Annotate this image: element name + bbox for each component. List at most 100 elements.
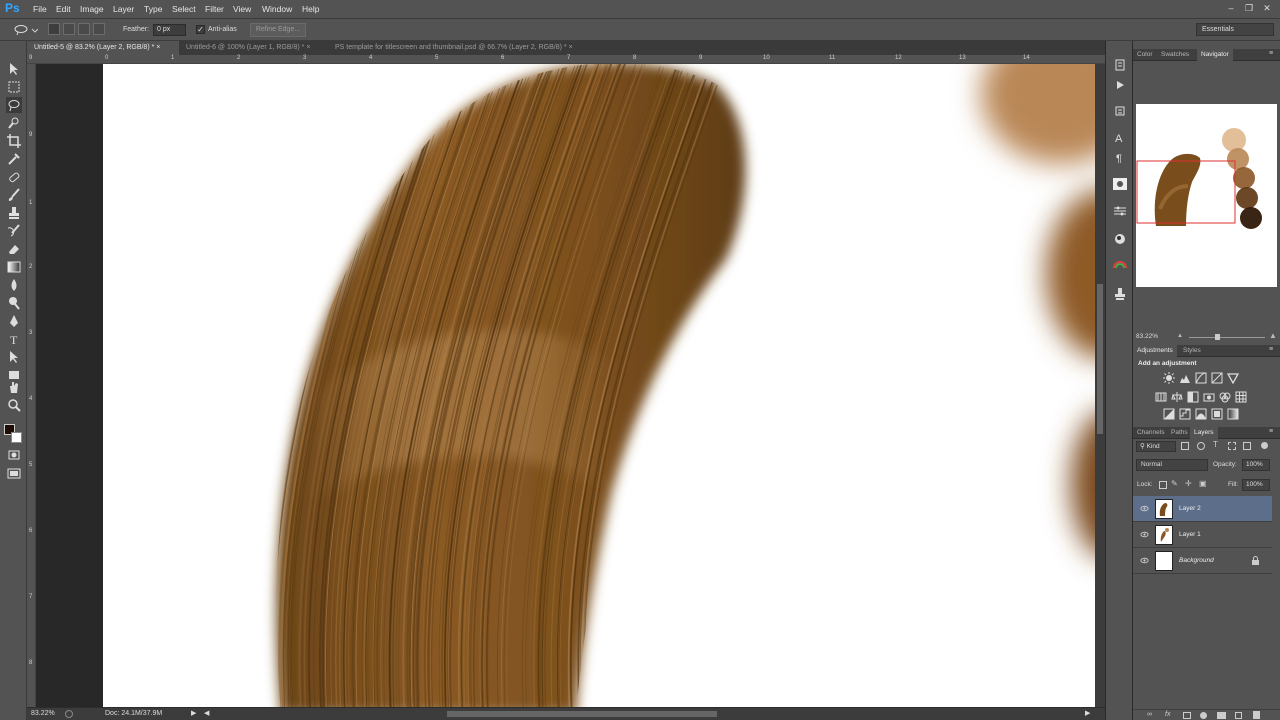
properties-panel-icon[interactable] — [1113, 205, 1127, 217]
lock-transparency-icon[interactable] — [1159, 481, 1167, 489]
navigator-preview[interactable] — [1136, 104, 1277, 287]
blur-tool-icon[interactable] — [6, 277, 22, 293]
tab-ps-template[interactable]: PS template for titlescreen and thumbnai… — [328, 41, 628, 55]
screen-mode-icon[interactable] — [6, 465, 22, 481]
blend-mode-select[interactable]: Normal — [1136, 459, 1208, 471]
panel-menu-icon[interactable]: ≡ — [1269, 428, 1273, 435]
threshold-icon[interactable] — [1195, 408, 1207, 420]
panel-menu-icon[interactable]: ≡ — [1269, 50, 1273, 57]
lock-position-icon[interactable]: ✛ — [1185, 479, 1192, 488]
lock-pixels-icon[interactable]: ✎ — [1171, 479, 1178, 488]
filter-toggle-icon[interactable] — [1261, 442, 1268, 449]
lock-all-icon[interactable]: ▣ — [1199, 479, 1207, 488]
marquee-tool-icon[interactable] — [6, 79, 22, 95]
hand-tool-icon[interactable] — [6, 379, 22, 395]
lasso-tool-icon[interactable] — [6, 97, 22, 113]
panel-menu-icon[interactable]: ≡ — [1269, 346, 1273, 353]
photo-filter-icon[interactable] — [1203, 391, 1215, 403]
canvas-artwork[interactable] — [36, 64, 1095, 707]
actions-panel-icon[interactable] — [1114, 79, 1126, 91]
antialias-checkbox[interactable]: ✓ — [196, 25, 205, 34]
paragraph-panel-icon[interactable]: ¶ — [1114, 151, 1126, 163]
tab-close-icon[interactable]: × — [306, 44, 310, 51]
new-selection-icon[interactable] — [48, 23, 60, 35]
navigator-zoom[interactable]: 83.22% — [1136, 333, 1158, 340]
tab-color[interactable]: Color — [1133, 49, 1157, 61]
zoom-tool-icon[interactable] — [6, 397, 22, 413]
menu-help[interactable]: Help — [302, 4, 319, 14]
color-lookup-icon[interactable] — [1235, 391, 1247, 403]
type-filter-icon[interactable]: T — [1213, 440, 1218, 449]
feather-input[interactable]: 0 px — [153, 24, 186, 36]
clone-source-icon[interactable] — [1114, 287, 1126, 301]
delete-layer-icon[interactable] — [1253, 711, 1260, 719]
dodge-tool-icon[interactable] — [6, 295, 22, 311]
layer-row-layer-2[interactable]: Layer 2 — [1133, 496, 1272, 522]
restore-icon[interactable]: ❐ — [1242, 2, 1256, 14]
menu-select[interactable]: Select — [172, 4, 196, 14]
tab-layers[interactable]: Layers — [1190, 427, 1218, 439]
move-tool-icon[interactable] — [6, 61, 22, 77]
shape-filter-icon[interactable] — [1228, 442, 1236, 450]
tab-untitled-5[interactable]: Untitled-5 @ 83.2% (Layer 2, RGB/8) * × — [27, 41, 179, 55]
eye-icon[interactable] — [1140, 504, 1149, 513]
pen-tool-icon[interactable] — [6, 313, 22, 329]
tab-navigator[interactable]: Navigator — [1197, 49, 1233, 61]
fill-input[interactable]: 100% — [1242, 479, 1270, 491]
add-selection-icon[interactable] — [63, 23, 75, 35]
swatch-wheel-icon[interactable] — [1113, 259, 1127, 269]
tab-swatches[interactable]: Swatches — [1157, 49, 1193, 61]
scroll-right-icon[interactable]: ▶ — [1085, 709, 1090, 717]
canvas-area[interactable] — [36, 64, 1095, 707]
quick-selection-tool-icon[interactable] — [6, 115, 22, 131]
tab-styles[interactable]: Styles — [1179, 345, 1205, 357]
workspace-select[interactable]: Essentials — [1196, 23, 1274, 36]
brightness-contrast-icon[interactable] — [1163, 372, 1175, 384]
lasso-tool-preset-icon[interactable] — [12, 23, 38, 37]
new-layer-icon[interactable] — [1235, 712, 1242, 719]
color-panel-icon[interactable] — [1114, 233, 1126, 245]
character-panel-icon[interactable]: A — [1114, 131, 1126, 143]
gradient-tool-icon[interactable] — [6, 259, 22, 275]
brush-panel-icon[interactable] — [1114, 105, 1126, 117]
channel-mixer-icon[interactable] — [1219, 391, 1231, 403]
menu-edit[interactable]: Edit — [56, 4, 71, 14]
curves-icon[interactable] — [1195, 372, 1207, 384]
color-balance-icon[interactable] — [1171, 391, 1183, 403]
path-selection-tool-icon[interactable] — [6, 349, 22, 365]
tab-untitled-6[interactable]: Untitled-6 @ 100% (Layer 1, RGB/8) * × — [179, 41, 328, 55]
tab-channels[interactable]: Channels — [1133, 427, 1168, 439]
tool-presets-icon[interactable] — [1112, 177, 1128, 191]
black-white-icon[interactable] — [1187, 391, 1199, 403]
background-color-swatch[interactable] — [11, 432, 22, 443]
menu-view[interactable]: View — [233, 4, 251, 14]
eye-icon[interactable] — [1140, 530, 1149, 539]
zoom-in-icon[interactable]: ▲ — [1269, 331, 1277, 340]
refine-edge-button[interactable]: Refine Edge... — [250, 23, 306, 37]
layer-name[interactable]: Layer 2 — [1179, 505, 1201, 512]
vibrance-icon[interactable] — [1227, 372, 1239, 384]
smart-object-filter-icon[interactable] — [1243, 442, 1251, 450]
adjustment-filter-icon[interactable] — [1197, 442, 1205, 450]
crop-tool-icon[interactable] — [6, 133, 22, 149]
new-adjustment-layer-icon[interactable] — [1200, 712, 1207, 719]
menu-window[interactable]: Window — [262, 4, 292, 14]
tab-close-icon[interactable]: × — [569, 44, 573, 51]
menu-filter[interactable]: Filter — [205, 4, 224, 14]
menu-type[interactable]: Type — [144, 4, 162, 14]
layer-style-icon[interactable]: fx — [1165, 711, 1170, 718]
status-info-icon[interactable] — [65, 710, 73, 718]
zoom-slider-thumb[interactable] — [1215, 334, 1220, 340]
history-brush-tool-icon[interactable] — [6, 223, 22, 239]
menu-file[interactable]: File — [33, 4, 47, 14]
clone-stamp-tool-icon[interactable] — [6, 205, 22, 221]
layer-row-background[interactable]: Background — [1133, 548, 1272, 574]
levels-icon[interactable] — [1179, 372, 1191, 384]
intersect-selection-icon[interactable] — [93, 23, 105, 35]
subtract-selection-icon[interactable] — [78, 23, 90, 35]
scroll-left-icon[interactable]: ◀ — [204, 709, 209, 717]
layer-kind-filter[interactable]: ⚲ Kind — [1136, 441, 1176, 452]
layer-name[interactable]: Layer 1 — [1179, 531, 1201, 538]
hue-saturation-icon[interactable] — [1155, 391, 1167, 403]
tab-adjustments[interactable]: Adjustments — [1133, 345, 1177, 357]
